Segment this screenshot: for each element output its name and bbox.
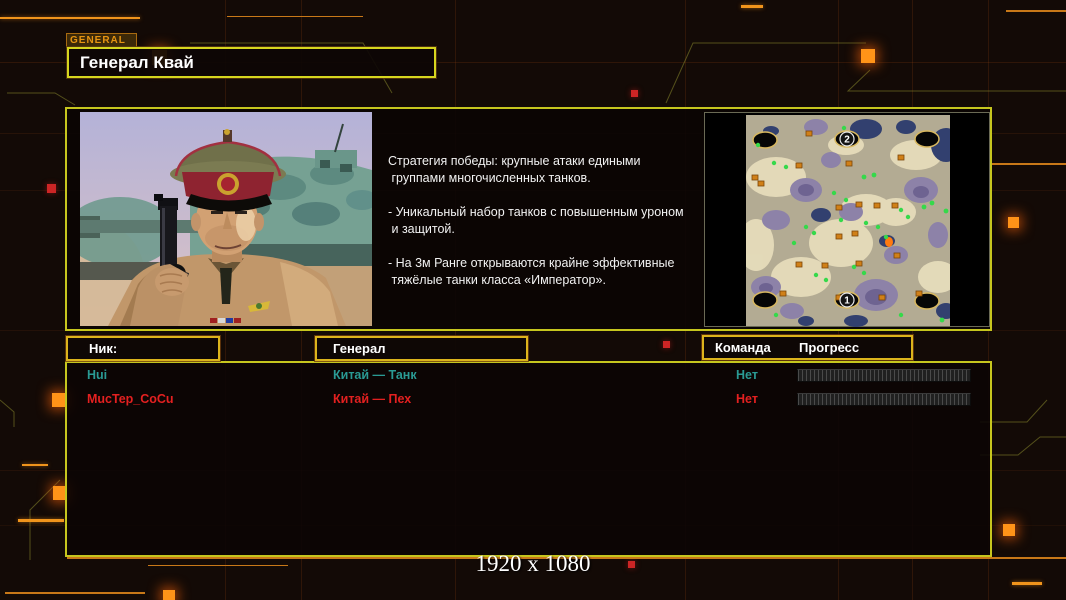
accent-dash [1012, 582, 1042, 585]
accent-line [0, 17, 140, 19]
general-title-box: Генерал Квай [67, 47, 436, 78]
accent-line [990, 163, 1066, 165]
progress-header-label: Прогресс [799, 340, 860, 355]
glow-square [163, 590, 175, 600]
column-header-general: Генерал [315, 336, 528, 361]
column-header-nick: Ник: [66, 336, 220, 361]
general-tab-label: GENERAL [66, 33, 137, 48]
player-row[interactable]: Hui Китай — Танк Нет [67, 366, 988, 388]
players-list-panel: Hui Китай — Танк Нет MucTep_CoCu Китай —… [65, 361, 992, 557]
general-portrait-image [45, 112, 415, 332]
accent-dash [18, 519, 64, 522]
game-lobby-screen: GENERAL Генерал Квай Стратегия победы: к… [0, 0, 1066, 600]
column-header-team-progress: Команда Прогресс [702, 335, 913, 360]
start-marker-2: 2 [844, 135, 850, 146]
general-info-panel: Стратегия победы: крупные атаки едиными … [45, 107, 992, 332]
team-header-label: Команда [715, 340, 771, 355]
resolution-label: 1920 x 1080 [475, 551, 591, 576]
minimap-panel: 2 1 [704, 112, 990, 327]
accent-dash [22, 464, 48, 466]
glow-square [1003, 524, 1015, 536]
glow-square [1008, 217, 1019, 228]
start-marker-1: 1 [844, 296, 850, 307]
red-square [631, 90, 638, 97]
general-header-label: Генерал [333, 341, 386, 356]
player-nick: Hui [87, 368, 108, 382]
accent-line [5, 592, 145, 594]
red-square [663, 341, 670, 348]
general-description: Стратегия победы: крупные атаки едиными … [388, 154, 684, 287]
accent-dash [741, 5, 763, 8]
player-nick: MucTep_CoCu [87, 392, 174, 406]
nick-header-label: Ник: [89, 341, 118, 356]
player-team: Нет [736, 392, 758, 406]
player-general: Китай — Пех [333, 392, 412, 406]
red-square [47, 184, 56, 193]
accent-line [1006, 10, 1066, 12]
player-team: Нет [736, 368, 758, 382]
player-row[interactable]: MucTep_CoCu Китай — Пех Нет [67, 390, 988, 412]
minimap-image: 2 1 [746, 115, 950, 327]
glow-square [52, 393, 66, 407]
general-title: Генерал Квай [80, 53, 194, 72]
general-portrait [45, 112, 415, 332]
accent-line [227, 16, 363, 17]
player-progress-bar [797, 369, 971, 382]
glow-square [861, 49, 875, 63]
player-general: Китай — Танк [333, 368, 417, 382]
player-progress-bar [797, 393, 971, 406]
